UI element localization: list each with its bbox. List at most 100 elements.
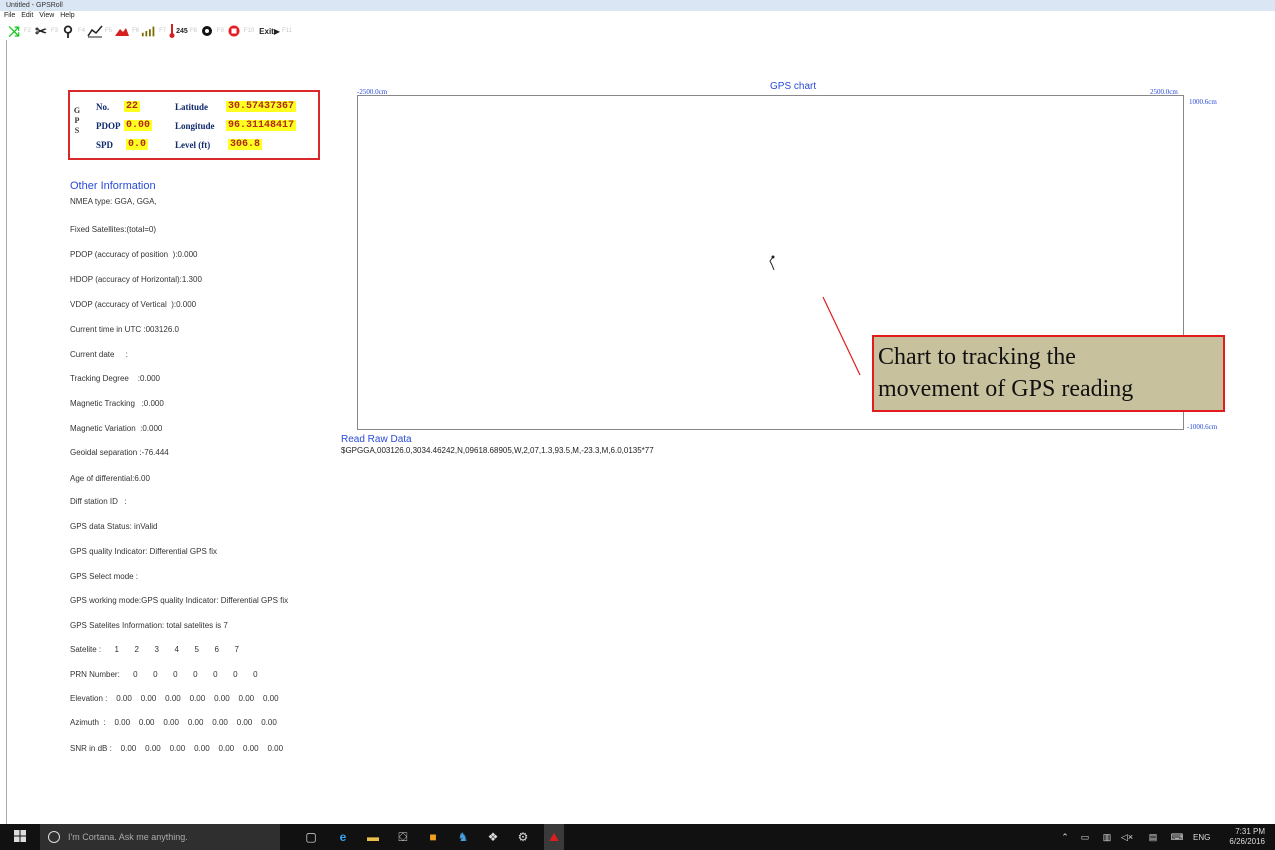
info-line: Magnetic Tracking :0.000	[70, 399, 164, 408]
info-line: NMEA type: GGA, GGA,	[70, 197, 157, 206]
keyboard-icon[interactable]: ⌨	[1170, 830, 1184, 844]
gps-track-point	[771, 255, 775, 259]
tools-icon: ✂	[35, 22, 47, 39]
key-hint: F8	[189, 28, 197, 34]
info-line: GPS working mode:GPS quality Indicator: …	[70, 596, 289, 605]
key-hint: F2	[24, 28, 32, 34]
clock[interactable]: 7:31 PM 6/26/2016	[1229, 827, 1265, 847]
menu-help[interactable]: Help	[60, 12, 74, 19]
key-hint: F9	[216, 28, 224, 34]
notification-icon[interactable]: ▤	[1146, 830, 1160, 844]
info-line: GPS data Status: inValid	[70, 522, 158, 531]
key-hint: F5	[105, 28, 113, 34]
longitude-value: 96.31148417	[226, 120, 297, 131]
exit-arrow-icon: ▶	[273, 26, 280, 36]
info-line: Elevation : 0.00 0.00 0.00 0.00 0.00 0.0…	[70, 694, 279, 703]
info-line: Current date :	[70, 350, 128, 359]
tray-chevron-icon[interactable]: ⌃	[1058, 830, 1072, 844]
chart-title: GPS chart	[770, 81, 817, 92]
gps-vertical-label: GPS	[73, 106, 81, 135]
toolbar-stop-button[interactable]: F10	[226, 23, 256, 39]
longitude-label: Longitude	[175, 121, 215, 131]
key-hint: F10	[243, 28, 255, 34]
no-value: 22	[124, 101, 141, 112]
info-line: PRN Number: 0 0 0 0 0 0 0	[70, 670, 258, 679]
network-icon[interactable]: ▥	[1100, 830, 1114, 844]
key-hint: F3	[51, 28, 59, 34]
info-line: GPS Select mode :	[70, 572, 139, 581]
settings-gear-icon[interactable]: ⚙	[516, 830, 530, 844]
spd-value: 0.0	[126, 139, 149, 150]
clock-date: 6/26/2016	[1229, 837, 1265, 846]
callout-line-1: Chart to tracking the	[878, 344, 1076, 370]
toolbar-exit-button[interactable]: Exit ▶ F11	[256, 23, 294, 39]
task-view-icon[interactable]: ▢	[304, 830, 318, 844]
exit-label: Exit	[259, 26, 274, 36]
toolbar-connect-button[interactable]: ⤨ F2	[6, 23, 33, 39]
cortana-search-box[interactable]: I'm Cortana. Ask me anything.	[40, 824, 280, 850]
key-hint: F11	[281, 28, 292, 34]
search-icon: ⚲	[62, 22, 74, 39]
latitude-value: 30.57437367	[226, 101, 297, 112]
info-line: PDOP (accuracy of position ):0.000	[70, 250, 198, 259]
raw-data-title: Read Raw Data	[341, 434, 412, 445]
level-value: 306.8	[228, 139, 263, 150]
info-line: Magnetic Variation :0.000	[70, 424, 163, 433]
spd-label: SPD	[96, 140, 114, 150]
callout-line-2: movement of GPS reading	[878, 376, 1134, 402]
menu-bar: File Edit View Help	[0, 11, 1275, 21]
battery-icon[interactable]: ▭	[1078, 830, 1092, 844]
toolbar: ⤨ F2 ✂ F3 ⚲ F4 F5 F6 F7 245 F8 F9 F10 Ex…	[6, 22, 446, 40]
record-icon	[199, 23, 215, 39]
windows-start-icon[interactable]	[13, 830, 27, 844]
file-explorer-icon[interactable]: ▬	[366, 830, 380, 844]
gps-track-line	[769, 256, 775, 271]
chart-y-max-label: 1000.6cm	[1189, 98, 1217, 106]
gps-summary-panel: GPS No. 22 Latitude 30.57437367 PDOP 0.0…	[68, 90, 320, 160]
toolbar-terrain-button[interactable]: F6	[114, 23, 141, 39]
store-icon[interactable]: ⛋	[396, 830, 410, 844]
cortana-icon	[48, 831, 60, 843]
toolbar-signal-button[interactable]: F7	[141, 23, 168, 39]
info-line: Diff station ID :	[70, 497, 127, 506]
toolbar-record-button[interactable]: F9	[199, 23, 226, 39]
toolbar-chart-button[interactable]: F5	[87, 23, 114, 39]
volume-icon[interactable]: ◁×	[1120, 830, 1134, 844]
signal-bars-icon	[141, 23, 157, 39]
chart-y-min-label: -1000.6cm	[1187, 423, 1218, 431]
info-line: Satelite : 1 2 3 4 5 6 7	[70, 645, 239, 654]
toolbar-search-button[interactable]: ⚲ F4	[60, 23, 87, 39]
cortana-placeholder: I'm Cortana. Ask me anything.	[68, 832, 188, 842]
app-icon[interactable]: ♞	[456, 830, 470, 844]
pdop-label: PDOP	[96, 121, 121, 131]
window-title: Untitled - GPSRoll	[0, 0, 1275, 11]
key-hint: F7	[159, 28, 167, 34]
callout-pointer-line	[822, 296, 861, 376]
toolbar-thermometer-button[interactable]: 245 F8	[168, 23, 199, 39]
key-hint: F4	[78, 28, 86, 34]
thermometer-icon	[168, 23, 176, 39]
latitude-label: Latitude	[175, 102, 209, 112]
edge-browser-icon[interactable]: e	[336, 830, 350, 844]
key-hint: F6	[132, 28, 140, 34]
terrain-icon	[114, 23, 130, 39]
info-line: GPS Satelites Information: total satelit…	[70, 621, 228, 630]
windows-taskbar: I'm Cortana. Ask me anything. ▢ e ▬ ⛋ ■ …	[0, 824, 1275, 850]
info-line: Geoidal separation :-76.444	[70, 448, 169, 457]
clock-time: 7:31 PM	[1235, 827, 1265, 836]
menu-view[interactable]: View	[39, 12, 54, 19]
language-indicator[interactable]: ENG	[1193, 833, 1210, 842]
info-line: Azimuth : 0.00 0.00 0.00 0.00 0.00 0.00 …	[70, 718, 277, 727]
office-icon[interactable]: ■	[426, 830, 440, 844]
line-chart-icon	[87, 23, 103, 39]
menu-edit[interactable]: Edit	[21, 12, 33, 19]
no-label: No.	[96, 102, 110, 112]
level-label: Level (ft)	[175, 140, 211, 150]
menu-file[interactable]: File	[4, 12, 15, 19]
toolbar-tools-button[interactable]: ✂ F3	[33, 23, 60, 39]
gpsroll-app-icon[interactable]: ⛰	[544, 824, 564, 850]
dropbox-icon[interactable]: ❖	[486, 830, 500, 844]
stop-icon	[226, 23, 242, 39]
info-line: Fixed Satellites:(total=0)	[70, 225, 157, 234]
info-line: VDOP (accuracy of Vertical ):0.000	[70, 300, 197, 309]
